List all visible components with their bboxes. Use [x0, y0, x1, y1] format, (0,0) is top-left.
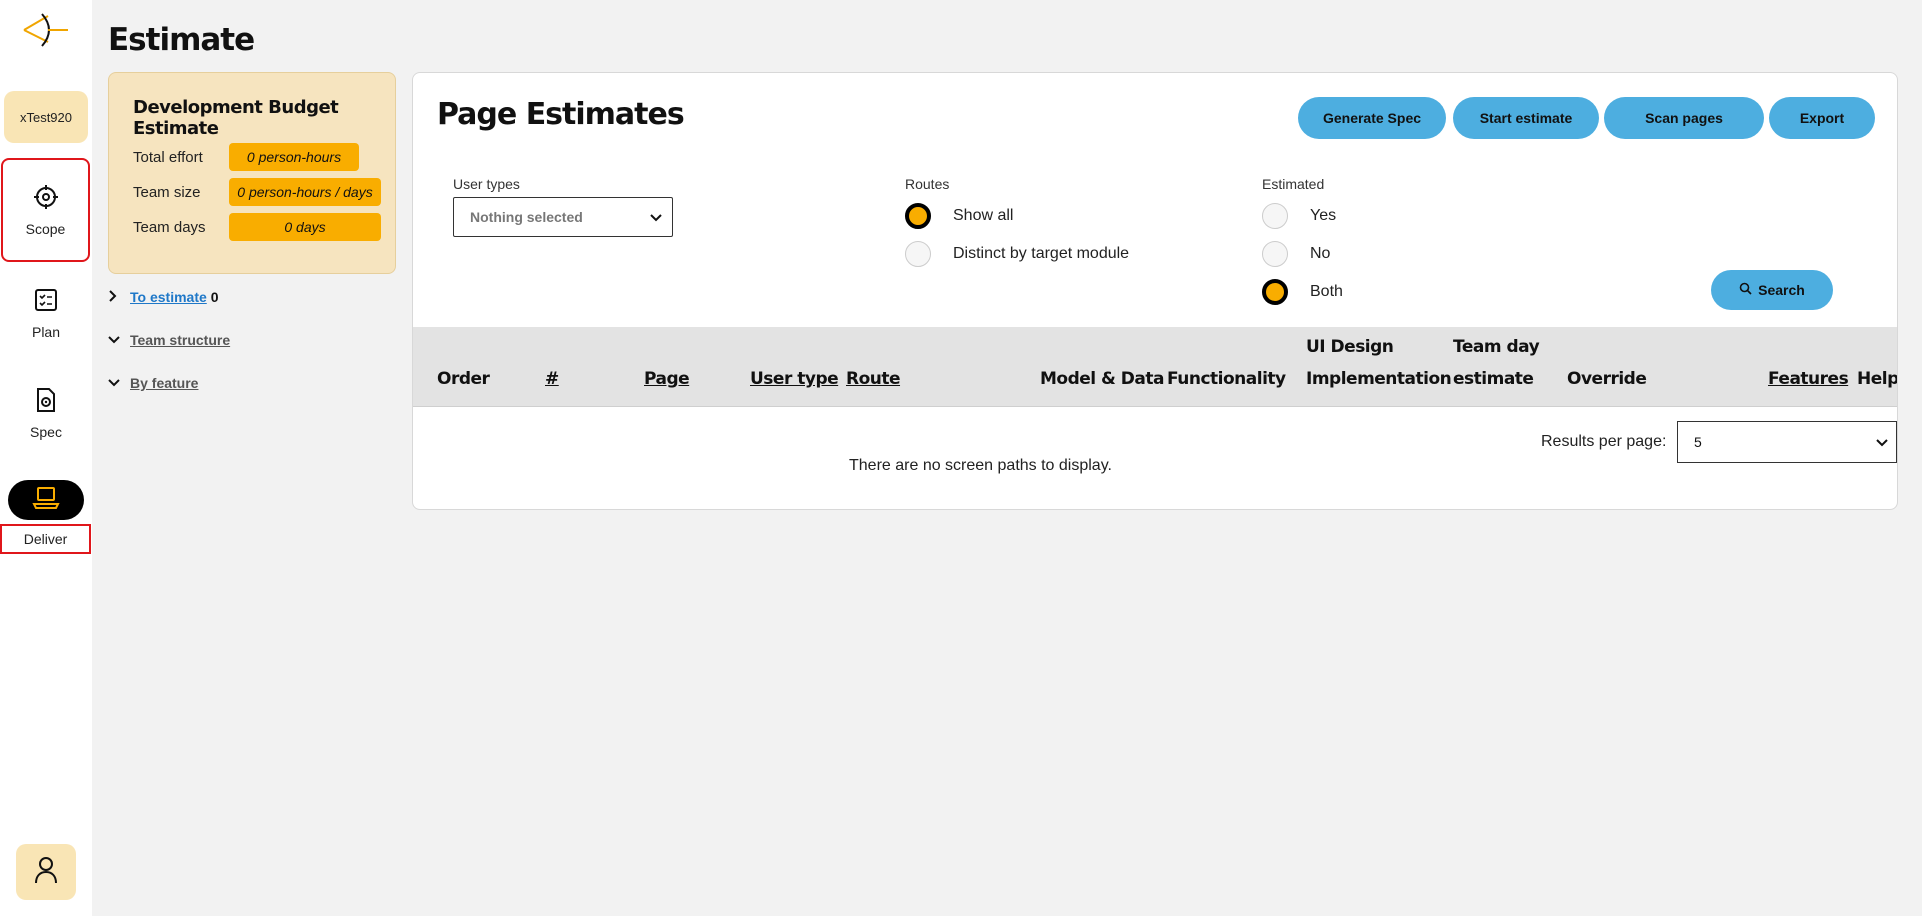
page-title: Estimate — [108, 22, 255, 58]
user-types-value: Nothing selected — [470, 209, 583, 225]
radio-label: Distinct by target module — [953, 245, 1130, 262]
routes-radio-show-all[interactable]: Show all — [905, 203, 1013, 229]
nav-spec[interactable]: Spec — [0, 386, 92, 440]
checklist-icon — [32, 286, 60, 314]
nav-plan[interactable]: Plan — [0, 286, 92, 340]
budget-label: Team days — [133, 218, 206, 236]
budget-title: Development Budget Estimate — [133, 97, 339, 139]
search-button-label: Search — [1758, 282, 1805, 298]
budget-row-total-effort: Total effort 0 person-hours — [133, 143, 359, 171]
column-user-type[interactable]: User type — [750, 369, 839, 389]
user-types-select[interactable]: Nothing selected — [453, 197, 673, 237]
estimated-label: Estimated — [1262, 176, 1325, 192]
user-types-label: User types — [453, 176, 520, 192]
column-ui-design: UI Design — [1306, 337, 1394, 357]
column-number[interactable]: # — [545, 369, 559, 389]
routes-label: Routes — [905, 176, 950, 192]
chevron-down-icon — [1876, 434, 1888, 450]
tree-to-estimate[interactable]: To estimate 0 — [108, 289, 219, 305]
estimated-radio-both[interactable]: Both — [1262, 279, 1343, 305]
nav-scope[interactable]: Scope — [1, 158, 90, 262]
user-icon — [33, 855, 59, 890]
nav-deliver[interactable] — [8, 480, 84, 520]
budget-row-team-days: Team days 0 days — [133, 213, 381, 241]
nav-plan-label: Plan — [31, 324, 61, 340]
generate-spec-button[interactable]: Generate Spec — [1298, 97, 1446, 139]
radio-unselected-icon[interactable] — [1262, 203, 1288, 229]
table-header: Order # Page User type Route Model & Dat… — [413, 327, 1898, 407]
column-features[interactable]: Features — [1768, 369, 1849, 389]
nav-deliver-label[interactable]: Deliver — [0, 524, 91, 554]
budget-value: 0 days — [229, 213, 381, 241]
column-model-data: Model & Data — [1040, 369, 1164, 389]
column-team-day: Team day — [1453, 337, 1540, 357]
column-override: Override — [1567, 369, 1647, 389]
target-icon — [32, 183, 60, 211]
column-functionality: Functionality — [1167, 369, 1286, 389]
budget-label: Team size — [133, 183, 201, 201]
column-route[interactable]: Route — [846, 369, 901, 389]
chevron-down-icon[interactable] — [108, 332, 130, 348]
estimated-radio-no[interactable]: No — [1262, 241, 1330, 267]
export-button[interactable]: Export — [1769, 97, 1875, 139]
scan-pages-button[interactable]: Scan pages — [1604, 97, 1764, 139]
radio-unselected-icon[interactable] — [905, 241, 931, 267]
nav-spec-label: Spec — [30, 424, 62, 440]
by-feature-link[interactable]: By feature — [130, 375, 198, 391]
budget-value: 0 person-hours / days — [229, 178, 381, 206]
tree-by-feature[interactable]: By feature — [108, 375, 198, 391]
column-estimate: estimate — [1453, 369, 1534, 389]
document-gear-icon — [32, 386, 60, 414]
budget-value: 0 person-hours — [229, 143, 359, 171]
search-icon — [1739, 282, 1752, 298]
chevron-right-icon[interactable] — [108, 289, 130, 305]
budget-row-team-size: Team size 0 person-hours / days — [133, 178, 381, 206]
page-estimates-panel: Page Estimates Generate Spec Start estim… — [412, 72, 1898, 510]
column-page[interactable]: Page — [644, 369, 690, 389]
radio-label: Both — [1310, 283, 1343, 300]
budget-label: Total effort — [133, 148, 203, 166]
routes-radio-distinct[interactable]: Distinct by target module — [905, 241, 1129, 267]
to-estimate-link[interactable]: To estimate — [130, 289, 207, 305]
radio-selected-icon[interactable] — [1262, 279, 1288, 305]
chevron-down-icon — [650, 209, 662, 225]
tree-team-structure[interactable]: Team structure — [108, 332, 230, 348]
team-structure-link[interactable]: Team structure — [130, 332, 230, 348]
column-implementation: Implementation — [1306, 369, 1452, 389]
column-help: Help — [1857, 369, 1898, 389]
budget-estimate-card: Development Budget Estimate Total effort… — [108, 72, 396, 274]
sidebar: xTest920 Scope Plan Spec Deliver — [0, 0, 92, 916]
panel-title: Page Estimates — [437, 97, 685, 132]
start-estimate-button[interactable]: Start estimate — [1453, 97, 1599, 139]
radio-selected-icon[interactable] — [905, 203, 931, 229]
empty-table-message: There are no screen paths to display. — [849, 457, 1112, 474]
to-estimate-count: 0 — [210, 289, 219, 305]
laptop-icon — [31, 485, 61, 516]
app-logo-icon[interactable] — [22, 12, 70, 48]
results-per-page-label: Results per page: — [1541, 433, 1667, 450]
radio-label: No — [1310, 245, 1331, 262]
chevron-down-icon[interactable] — [108, 375, 130, 391]
nav-scope-label: Scope — [25, 221, 66, 237]
results-per-page-value: 5 — [1694, 434, 1702, 450]
user-profile-button[interactable] — [16, 844, 76, 900]
column-order: Order — [437, 369, 490, 389]
radio-label: Yes — [1310, 207, 1337, 224]
project-badge[interactable]: xTest920 — [4, 91, 88, 143]
radio-unselected-icon[interactable] — [1262, 241, 1288, 267]
results-per-page-select[interactable]: 5 — [1677, 421, 1897, 463]
radio-label: Show all — [953, 207, 1014, 224]
estimated-radio-yes[interactable]: Yes — [1262, 203, 1336, 229]
search-button[interactable]: Search — [1711, 270, 1833, 310]
